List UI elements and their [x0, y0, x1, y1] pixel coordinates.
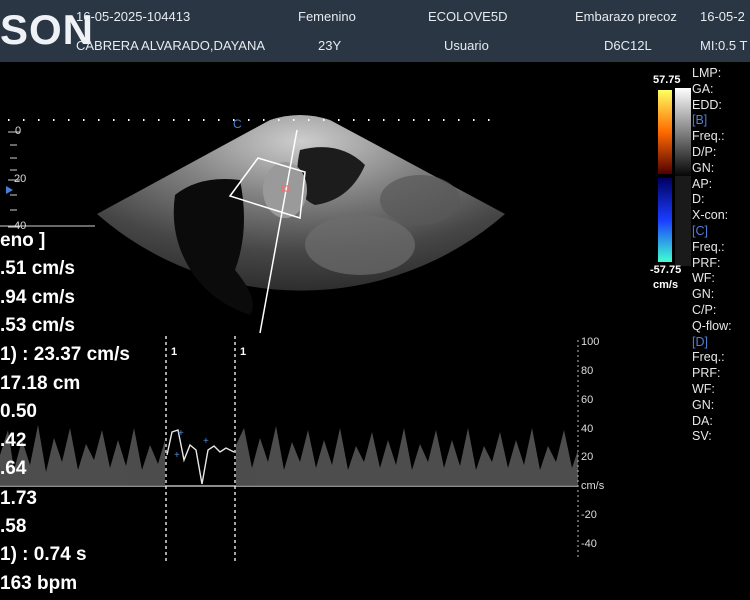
param-21: GN: [692, 397, 715, 412]
param-22: DA: [692, 413, 713, 428]
param-20: WF: [692, 381, 715, 396]
param-9: X-con: [692, 208, 729, 223]
caliper-label-1: 1 [171, 346, 178, 358]
velocity-tick-20: 20 [581, 451, 594, 463]
measure-time: 1) : 0.74 s [0, 544, 87, 565]
measure-mdv: .53 cm/s [0, 315, 75, 336]
param-17: [D] [692, 334, 708, 349]
color-velocity-bar [658, 88, 691, 266]
param-15: C/P: [692, 302, 717, 317]
probe-name: D6C12L [604, 38, 652, 53]
param-11: Freq.: [692, 239, 725, 254]
trace-markers: + + + [174, 428, 209, 461]
param-2: EDD: [692, 97, 722, 112]
image-orientation-marker: C [233, 117, 242, 131]
color-scale-max: 57.75 [653, 74, 681, 86]
param-8: D: [692, 192, 705, 207]
svg-text:+: + [178, 428, 184, 439]
ultrasound-display: + + + [0, 88, 691, 562]
velocity-tick-60: 60 [581, 394, 594, 406]
param-18: Freq.: [692, 350, 725, 365]
velocity-unit: cm/s [581, 480, 605, 492]
velocity-tick-neg40: -40 [581, 538, 597, 550]
param-5: D/P: [692, 144, 717, 159]
measure-value-7: .42 [0, 430, 27, 451]
measure-psv: .51 cm/s [0, 258, 75, 279]
color-scale-min: -57.75 [650, 264, 682, 276]
parameter-list: LMP: GA: EDD: [B] Freq.: D/P: GN: AP: D: X-con: [C… [692, 66, 732, 445]
param-7: AP: [692, 176, 713, 191]
param-0: LMP: [692, 66, 722, 80]
velocity-tick-80: 80 [581, 365, 594, 377]
svg-text:+: + [203, 436, 209, 447]
doppler-spectrum: + + + [0, 336, 579, 562]
measure-tamax: 1) : 23.37 cm/s [0, 344, 130, 365]
param-12: PRF: [692, 255, 721, 270]
patient-gender: Femenino [298, 9, 356, 24]
param-23: SV: [692, 429, 712, 444]
measure-ri: 0.50 [0, 401, 37, 422]
param-4: Freq.: [692, 129, 725, 144]
measure-value-9: 1.73 [0, 488, 37, 509]
institution-name: ECOLOVE5D [428, 9, 508, 24]
velocity-tick-40: 40 [581, 423, 594, 435]
param-16: Q-flow: [692, 318, 732, 333]
depth-label-20: 20 [14, 173, 27, 185]
focus-marker [6, 186, 13, 194]
velocity-tick-100: 100 [581, 336, 600, 348]
param-14: GN: [692, 287, 715, 302]
measure-header: eno ] [0, 230, 46, 251]
velocity-tick-neg20: -20 [581, 509, 597, 521]
measure-heart-rate: 163 bpm [0, 573, 78, 594]
date-right: 16-05-2 [700, 9, 745, 24]
param-6: GN: [692, 160, 715, 175]
measure-distance: 17.18 cm [0, 373, 81, 394]
param-1: GA: [692, 81, 714, 96]
svg-text:+: + [174, 450, 180, 461]
measure-value-8: .64 [0, 458, 27, 479]
measure-value-10: .58 [0, 516, 27, 537]
caliper-label-2: 1 [240, 346, 247, 358]
param-10: [C] [692, 223, 708, 238]
patient-name: CABRERA ALVARADO,DAYANA [76, 38, 266, 53]
depth-label-0: 0 [15, 125, 22, 137]
param-3: [B] [692, 113, 708, 128]
color-scale-unit: cm/s [653, 279, 679, 291]
exam-datetime: 16-05-2025-104413 [76, 9, 191, 24]
patient-age: 23Y [318, 38, 342, 53]
exam-type: Embarazo precoz [575, 9, 677, 24]
measure-edv: .94 cm/s [0, 287, 75, 308]
operator-name: Usuario [444, 38, 489, 53]
param-13: WF: [692, 271, 715, 286]
mechanical-index: MI:0.5 T [700, 38, 748, 53]
param-19: PRF: [692, 366, 721, 381]
